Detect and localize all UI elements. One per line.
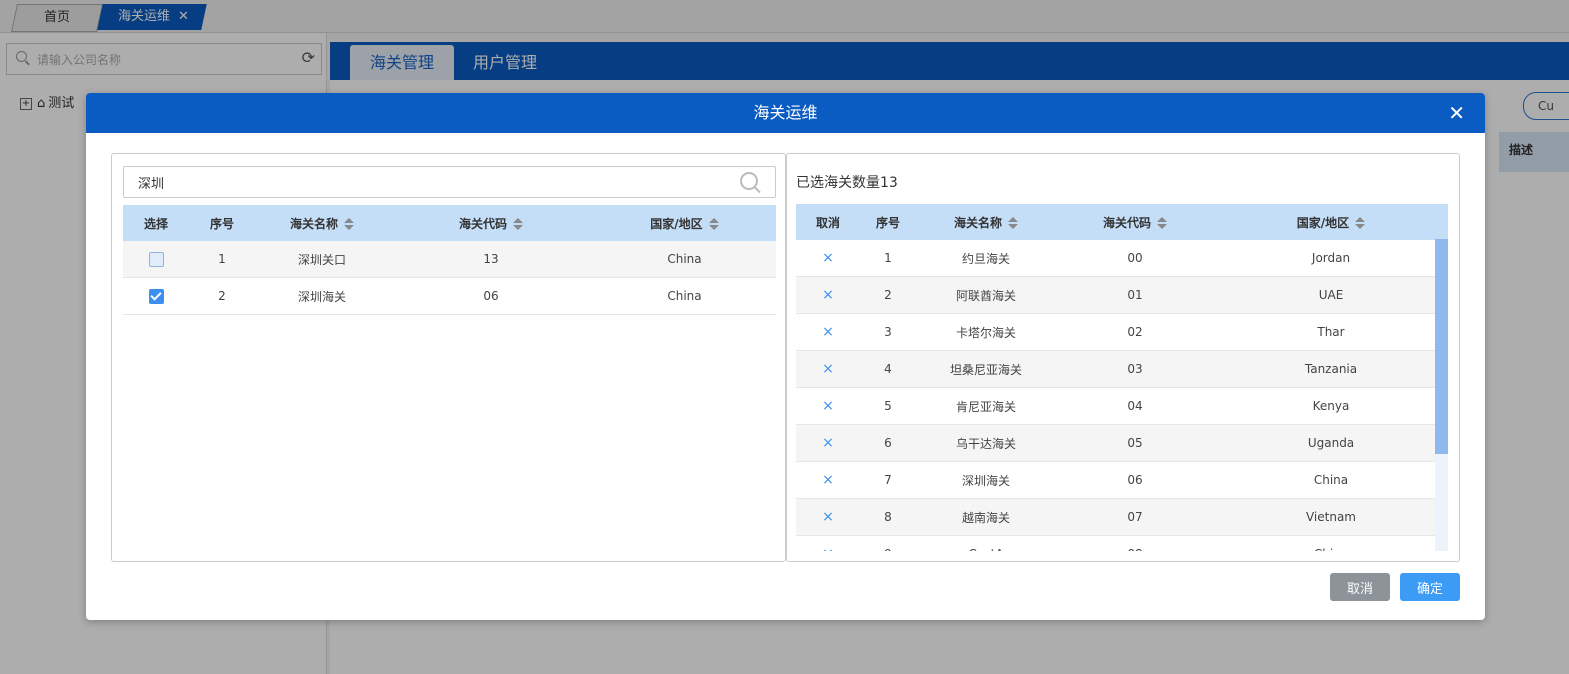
cell-code: 06 xyxy=(1127,473,1143,487)
table-row[interactable]: × 8 越南海关 07 Vietnam xyxy=(796,498,1448,536)
remove-icon[interactable]: × xyxy=(822,361,834,377)
cell-index: 9 xyxy=(884,547,892,551)
col-code[interactable]: 海关代码 xyxy=(389,205,593,241)
col-name[interactable]: 海关名称 xyxy=(916,204,1056,240)
remove-icon[interactable]: × xyxy=(822,324,834,340)
remove-icon[interactable]: × xyxy=(822,435,834,451)
col-country[interactable]: 国家/地区 xyxy=(1214,204,1448,240)
dialog-title: 海关运维 xyxy=(753,103,818,122)
table-row[interactable]: × 2 阿联酋海关 01 UAE xyxy=(796,276,1448,314)
table-row[interactable]: × 4 坦桑尼亚海关 03 Tanzania xyxy=(796,350,1448,388)
cell-country: China xyxy=(1314,547,1348,551)
remove-icon[interactable]: × xyxy=(822,287,834,303)
table-row[interactable]: 1 深圳关口 13 China xyxy=(123,241,776,278)
cell-country: Vietnam xyxy=(1305,510,1356,524)
selected-count: 已选海关数量13 xyxy=(796,175,898,191)
cell-name: 深圳海关 xyxy=(961,473,1010,488)
cell-code: 07 xyxy=(1127,510,1143,524)
table-row[interactable]: × 1 约旦海关 00 Jordan xyxy=(796,240,1448,277)
row-checkbox[interactable] xyxy=(148,251,164,267)
cell-code: 01 xyxy=(1127,288,1143,302)
cell-country: Tanzania xyxy=(1304,362,1358,376)
selected-table-container: 取消 序号 海关名称 海关代码 国家/地区 × 1 约旦海关 00 Jordan × 2 阿联… xyxy=(796,204,1448,551)
cell-country: UAE xyxy=(1318,288,1344,302)
cell-index: 2 xyxy=(884,288,892,302)
cell-name: 越南海关 xyxy=(961,510,1010,525)
available-customs-table: 选择 序号 海关名称 海关代码 国家/地区 1 深圳关口 13 China 2 … xyxy=(123,205,776,315)
row-checkbox[interactable] xyxy=(148,288,164,304)
table-row[interactable]: × 5 肯尼亚海关 04 Kenya xyxy=(796,387,1448,425)
customs-search-input[interactable] xyxy=(124,167,740,197)
cell-name: 坦桑尼亚海关 xyxy=(949,362,1022,377)
cell-country: Jordan xyxy=(1311,251,1351,265)
remove-icon[interactable]: × xyxy=(822,250,834,266)
cancel-button[interactable]: 取消 xyxy=(1330,573,1390,601)
cell-name: 约旦海关 xyxy=(961,251,1010,266)
customs-search-field[interactable] xyxy=(123,166,776,198)
cell-name: 阿联酋海关 xyxy=(955,288,1016,303)
cell-name: 肯尼亚海关 xyxy=(955,399,1016,414)
dialog-header: 海关运维 ✕ xyxy=(86,93,1485,133)
table-row[interactable]: × 3 卡塔尔海关 02 Thar xyxy=(796,313,1448,351)
cell-index: 5 xyxy=(884,399,892,413)
cell-country: Kenya xyxy=(1312,399,1350,413)
sort-icon[interactable] xyxy=(513,218,523,230)
table-row[interactable]: 2 深圳海关 06 China xyxy=(123,277,776,315)
cell-index: 7 xyxy=(884,473,892,487)
selected-customs-table: 取消 序号 海关名称 海关代码 国家/地区 × 1 约旦海关 00 Jordan × 2 阿联… xyxy=(796,204,1448,551)
cell-index: 4 xyxy=(884,362,892,376)
sort-icon[interactable] xyxy=(1355,217,1366,229)
scrollbar[interactable] xyxy=(1435,239,1448,551)
cell-code: 00 xyxy=(1127,251,1143,265)
cell-country: Uganda xyxy=(1307,436,1355,450)
remove-icon[interactable]: × xyxy=(822,398,834,414)
table-row[interactable]: × 6 乌干达海关 05 Uganda xyxy=(796,424,1448,462)
table-row[interactable]: × 7 深圳海关 06 China xyxy=(796,461,1448,499)
cell-name: 乌干达海关 xyxy=(955,436,1016,451)
cell-index: 1 xyxy=(884,251,892,265)
remove-icon[interactable]: × xyxy=(822,472,834,488)
sort-icon[interactable] xyxy=(344,218,354,230)
cell-name: 卡塔尔海关 xyxy=(955,325,1016,340)
cell-index: 8 xyxy=(884,510,892,524)
col-index: 序号 xyxy=(860,204,916,240)
col-cancel: 取消 xyxy=(796,204,860,240)
cell-country: China xyxy=(1313,473,1349,487)
search-icon[interactable] xyxy=(740,172,758,190)
cell-index: 3 xyxy=(884,325,892,339)
remove-icon[interactable]: × xyxy=(822,546,834,551)
sort-icon[interactable] xyxy=(1008,217,1018,229)
cell-country: Thar xyxy=(1317,325,1345,339)
cell-code: 04 xyxy=(1127,399,1143,413)
selected-customs-panel: 已选海关数量13 取消 序号 海关名称 海关代码 国家/地区 × 1 约旦海关 00 J… xyxy=(786,153,1460,562)
cell-code: 02 xyxy=(1127,325,1143,339)
close-icon[interactable]: ✕ xyxy=(1448,93,1465,133)
cell-code: 05 xyxy=(1127,436,1143,450)
col-select: 选择 xyxy=(123,205,189,241)
cell-index: 6 xyxy=(884,436,892,450)
confirm-button[interactable]: 确定 xyxy=(1400,573,1460,601)
remove-icon[interactable]: × xyxy=(822,509,834,525)
customs-ops-dialog: 海关运维 ✕ 选择 序号 海关名称 海关代码 国家/地区 1 xyxy=(86,93,1485,620)
scrollbar-thumb[interactable] xyxy=(1435,239,1448,454)
cell-name: CustA xyxy=(968,547,1003,551)
sort-icon[interactable] xyxy=(708,218,719,230)
cell-code: 08 xyxy=(1127,547,1142,551)
col-code[interactable]: 海关代码 xyxy=(1056,204,1214,240)
sort-icon[interactable] xyxy=(1157,217,1167,229)
cell-code: 03 xyxy=(1127,362,1143,376)
col-index: 序号 xyxy=(189,205,255,241)
col-country[interactable]: 国家/地区 xyxy=(593,205,776,241)
table-row[interactable]: × 9 CustA 08 China xyxy=(796,535,1448,551)
col-name[interactable]: 海关名称 xyxy=(255,205,389,241)
available-customs-panel: 选择 序号 海关名称 海关代码 国家/地区 1 深圳关口 13 China xyxy=(111,153,786,562)
